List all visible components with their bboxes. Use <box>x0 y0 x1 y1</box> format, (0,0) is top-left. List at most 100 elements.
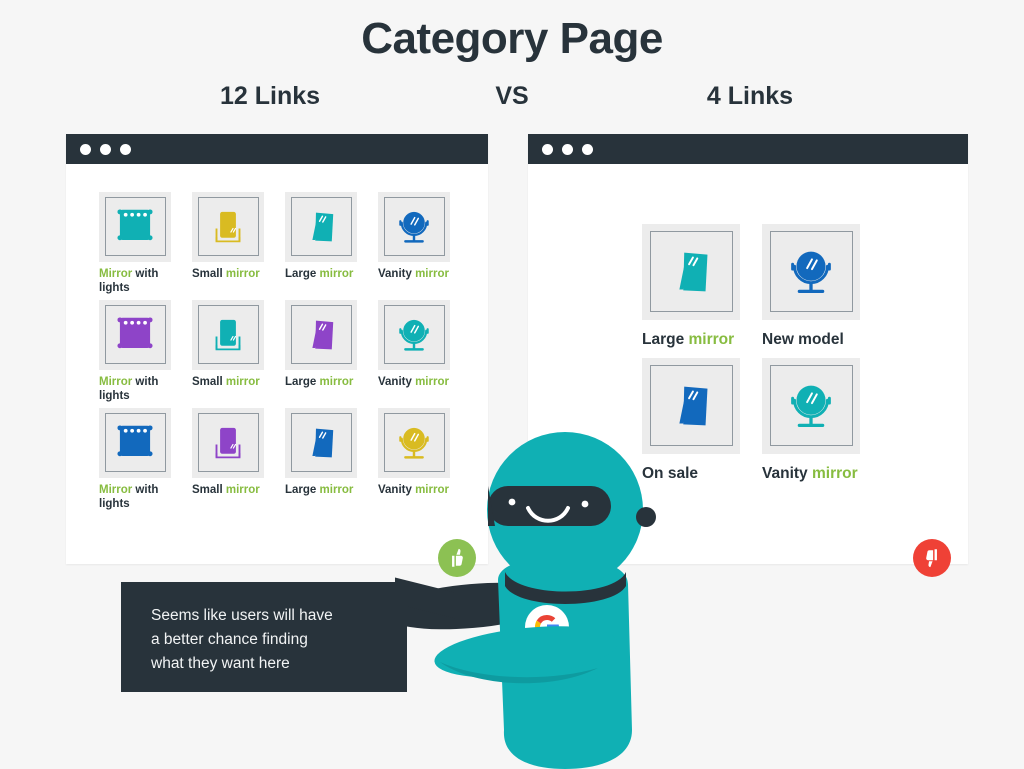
product-tile[interactable]: Mirror with lights <box>99 192 192 300</box>
product-tile-label[interactable]: Vanity mirror <box>378 484 464 498</box>
label-plain-word: Vanity <box>762 465 808 482</box>
browser-window-right: Large mirror New model On sale Vanity mirro… <box>528 134 968 577</box>
browser-body-left: Mirror with lights Small mirror Large mirr… <box>66 164 488 577</box>
speech-line-1: Seems like users will have <box>151 607 333 624</box>
product-tile-label[interactable]: Mirror with lights <box>99 484 185 511</box>
left-link-count-label: 12 Links <box>219 82 321 110</box>
browser-window-left: Mirror with lights Small mirror Large mirr… <box>66 134 488 577</box>
product-tile[interactable]: Large mirror <box>285 192 378 300</box>
label-plain-word: Vanity <box>378 268 412 280</box>
window-dot-icon[interactable] <box>562 143 573 155</box>
product-thumbnail[interactable] <box>762 358 860 454</box>
product-tile[interactable]: Vanity mirror <box>378 300 471 408</box>
product-tile-label[interactable]: Vanity mirror <box>378 376 464 390</box>
vanity-mirror-icon <box>791 385 831 428</box>
product-thumbnail[interactable] <box>642 358 740 454</box>
product-thumbnail[interactable] <box>99 192 171 262</box>
product-tile[interactable]: Mirror with lights <box>99 408 192 516</box>
product-tile-label[interactable]: Large mirror <box>285 268 371 282</box>
vanity-mirror-icon <box>399 427 429 459</box>
label-highlight-word: mirror <box>807 465 858 482</box>
product-thumbnail[interactable] <box>192 300 264 370</box>
product-tile-label[interactable]: New model <box>762 331 892 349</box>
product-tile-label[interactable]: Small mirror <box>192 484 278 498</box>
label-plain-word: Large <box>285 268 317 280</box>
product-tile-label[interactable]: Vanity mirror <box>762 465 892 483</box>
product-thumbnail[interactable] <box>642 224 740 320</box>
small-mirror-icon <box>215 427 241 459</box>
product-tile[interactable]: Vanity mirror <box>762 358 882 492</box>
product-thumbnail[interactable] <box>285 408 357 478</box>
mirror-with-lights-icon <box>117 209 153 241</box>
product-thumbnail[interactable] <box>192 192 264 262</box>
label-plain-word: Vanity <box>378 376 412 388</box>
product-thumbnail[interactable] <box>285 300 357 370</box>
product-thumbnail[interactable] <box>99 408 171 478</box>
product-tile-label[interactable]: Small mirror <box>192 268 278 282</box>
window-dot-icon[interactable] <box>542 143 553 155</box>
product-tile-label[interactable]: Vanity mirror <box>378 268 464 282</box>
versus-label: VS <box>495 82 529 110</box>
product-tile-label[interactable]: Large mirror <box>642 331 772 349</box>
label-highlight-word: Mirror <box>99 484 133 496</box>
product-thumbnail[interactable] <box>762 224 860 320</box>
product-tile[interactable]: Mirror with lights <box>99 300 192 408</box>
vanity-mirror-icon <box>791 251 831 294</box>
product-tile[interactable]: Large mirror <box>642 224 762 358</box>
label-highlight-word: mirror <box>411 376 449 388</box>
product-thumbnail[interactable] <box>99 300 171 370</box>
label-plain-word: Small <box>192 268 223 280</box>
product-tile-label[interactable]: Large mirror <box>285 376 371 390</box>
product-tile[interactable]: Vanity mirror <box>378 408 471 516</box>
product-tile-label[interactable]: Mirror with lights <box>99 376 185 403</box>
product-tile[interactable]: Large mirror <box>285 300 378 408</box>
product-tile[interactable]: Vanity mirror <box>378 192 471 300</box>
label-plain-word: Large <box>285 484 317 496</box>
browser-titlebar-right <box>528 134 968 164</box>
product-thumbnail[interactable] <box>378 192 450 262</box>
small-mirror-icon <box>215 211 241 243</box>
speech-line-3: what they want here <box>151 655 290 673</box>
vanity-mirror-icon <box>399 211 429 243</box>
label-plain-word: New model <box>762 331 844 348</box>
window-dot-icon[interactable] <box>120 143 131 155</box>
browser-body-right: Large mirror New model On sale Vanity mirro… <box>528 164 968 577</box>
robot-teal-arm <box>434 626 618 678</box>
label-highlight-word: mirror <box>222 268 260 280</box>
label-plain-word: Large <box>642 331 685 348</box>
product-tile[interactable]: Small mirror <box>192 300 285 408</box>
label-highlight-word: mirror <box>316 484 354 496</box>
google-g-logo <box>525 605 569 649</box>
label-plain-word: Large <box>285 376 317 388</box>
product-thumbnail[interactable] <box>285 192 357 262</box>
right-link-count-label: 4 Links <box>706 82 794 110</box>
product-grid-right: Large mirror New model On sale Vanity mirro… <box>642 224 882 492</box>
product-thumbnail[interactable] <box>192 408 264 478</box>
product-tile[interactable]: Large mirror <box>285 408 378 516</box>
thumbs-up-icon <box>438 539 476 577</box>
window-dot-icon[interactable] <box>582 143 593 155</box>
product-tile-label[interactable]: On sale <box>642 465 772 483</box>
window-dot-icon[interactable] <box>100 143 111 155</box>
product-tile[interactable]: New model <box>762 224 882 358</box>
robot-eye-left-dot <box>508 498 516 506</box>
label-highlight-word: mirror <box>411 484 449 496</box>
label-highlight-word: mirror <box>411 268 449 280</box>
small-mirror-icon <box>215 319 241 351</box>
product-tile-label[interactable]: Large mirror <box>285 484 371 498</box>
product-thumbnail[interactable] <box>378 300 450 370</box>
large-mirror-icon <box>312 320 334 350</box>
product-tile[interactable]: Small mirror <box>192 408 285 516</box>
label-highlight-word: mirror <box>316 376 354 388</box>
product-tile[interactable]: On sale <box>642 358 762 492</box>
label-highlight-word: mirror <box>222 376 260 388</box>
speech-line-2: a better chance finding <box>151 631 308 649</box>
product-tile-label[interactable]: Mirror with lights <box>99 268 185 295</box>
product-tile-label[interactable]: Small mirror <box>192 376 278 390</box>
product-tile[interactable]: Small mirror <box>192 192 285 300</box>
window-dot-icon[interactable] <box>80 143 91 155</box>
mirror-with-lights-icon <box>117 317 153 349</box>
large-mirror-icon <box>679 252 708 292</box>
label-highlight-word: Mirror <box>99 376 133 388</box>
product-thumbnail[interactable] <box>378 408 450 478</box>
